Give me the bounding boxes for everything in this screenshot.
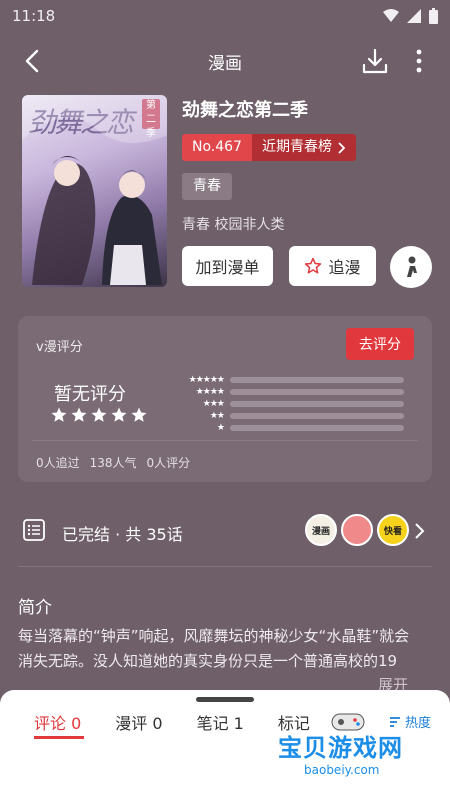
user-profile-button[interactable] bbox=[390, 246, 432, 288]
page-title: 漫画 bbox=[208, 53, 242, 74]
status-bar: 11:18 bbox=[0, 0, 450, 32]
star-icon bbox=[111, 407, 127, 422]
download-icon[interactable] bbox=[360, 46, 390, 76]
rank-number: No.467 bbox=[182, 134, 252, 161]
episode-list-row[interactable]: 已完结 · 共 35话 漫画 快看 bbox=[0, 506, 450, 556]
avatar bbox=[341, 514, 373, 546]
site-watermark: 宝贝游戏网 baobeiy.com bbox=[278, 713, 418, 786]
rating-bar bbox=[230, 400, 404, 407]
active-tab-indicator bbox=[34, 736, 84, 739]
add-to-list-button[interactable]: 加到漫单 bbox=[182, 246, 273, 286]
person-icon bbox=[407, 256, 417, 277]
intro-text: 每当落幕的“钟声”响起，风靡舞坛的神秘少女“水晶鞋”就会消失无踪。没人知道她的真… bbox=[18, 627, 410, 670]
raters-count: 0人评分 bbox=[146, 456, 191, 470]
rating-divider bbox=[32, 440, 418, 441]
follow-button[interactable]: 追漫 bbox=[289, 246, 376, 286]
status-time: 11:18 bbox=[12, 7, 56, 25]
rating-row-stars: ★★ bbox=[209, 410, 225, 421]
episode-status: 已完结 · 共 35话 bbox=[62, 525, 183, 544]
more-vertical-icon[interactable] bbox=[410, 48, 428, 74]
rating-bar bbox=[230, 412, 404, 419]
tab-notes[interactable]: 笔记 1 bbox=[197, 710, 244, 738]
gamepad-icon bbox=[331, 713, 365, 731]
top-bar: 漫画 bbox=[0, 38, 450, 84]
sheet-handle[interactable] bbox=[196, 697, 254, 702]
reader-avatars: 漫画 快看 bbox=[305, 514, 409, 546]
list-icon bbox=[23, 519, 45, 541]
chevron-right-icon bbox=[415, 523, 425, 539]
signal-icon bbox=[407, 9, 421, 23]
subtags: 青春 校园非人类 bbox=[182, 217, 285, 233]
rating-row-2: ★★ bbox=[168, 410, 404, 421]
rating-bar bbox=[230, 388, 404, 395]
tab-comments[interactable]: 评论 0 bbox=[34, 710, 84, 739]
avatar: 快看 bbox=[377, 514, 409, 546]
rating-row-3: ★★★ bbox=[168, 398, 404, 409]
tab-reviews[interactable]: 漫评 0 bbox=[115, 710, 162, 738]
rank-badge[interactable]: No.467 近期青春榜 bbox=[182, 134, 356, 161]
rating-bar bbox=[230, 376, 404, 383]
rank-list-link[interactable]: 近期青春榜 bbox=[251, 134, 356, 161]
rating-row-stars: ★ bbox=[216, 422, 225, 433]
section-divider bbox=[18, 566, 432, 567]
avatar: 漫画 bbox=[305, 514, 337, 546]
rating-row-stars: ★★★★★ bbox=[188, 374, 225, 385]
rating-row-1: ★ bbox=[168, 422, 404, 433]
cover-image[interactable]: 劲舞之恋 第二季 bbox=[22, 95, 167, 287]
genre-tag[interactable]: 青春 bbox=[182, 173, 232, 200]
rating-none-text: 暂无评分 bbox=[54, 384, 126, 405]
rating-distribution: ★★★★★ ★★★★ ★★★ ★★ ★ bbox=[168, 374, 404, 434]
star-icon bbox=[51, 407, 67, 422]
rating-row-stars: ★★★ bbox=[202, 398, 225, 409]
rating-row-5: ★★★★★ bbox=[168, 374, 404, 385]
star-icon bbox=[131, 407, 147, 422]
rate-button[interactable]: 去评分 bbox=[346, 328, 414, 360]
watermark-title: 宝贝游戏网 bbox=[278, 734, 403, 762]
star-outline-icon bbox=[305, 257, 322, 274]
rating-bar bbox=[230, 424, 404, 431]
follow-label: 追漫 bbox=[328, 258, 361, 277]
rating-stars bbox=[50, 406, 148, 424]
rating-card: v漫评分 去评分 暂无评分 ★★★★★ ★★★★ ★★★ ★★ ★ 0人追过 1… bbox=[18, 316, 432, 482]
comic-title: 劲舞之恋第二季 bbox=[182, 100, 308, 121]
sort-icon bbox=[390, 716, 400, 727]
star-icon bbox=[91, 407, 107, 422]
rank-list-label: 近期青春榜 bbox=[261, 139, 332, 155]
rating-row-4: ★★★★ bbox=[168, 386, 404, 397]
rating-label: v漫评分 bbox=[36, 340, 83, 355]
wifi-icon bbox=[383, 9, 399, 22]
battery-icon bbox=[429, 8, 438, 24]
followers-count: 0人追过 bbox=[36, 456, 80, 470]
popularity-count: 138人气 bbox=[89, 456, 137, 470]
rating-stats: 0人追过 138人气 0人评分 bbox=[36, 454, 190, 471]
chevron-right-icon bbox=[338, 141, 346, 154]
rating-row-stars: ★★★★ bbox=[195, 386, 225, 397]
watermark-url: baobeiy.com bbox=[304, 763, 380, 777]
intro-heading: 简介 bbox=[18, 598, 52, 618]
cover-illustration bbox=[22, 95, 167, 285]
star-icon bbox=[71, 407, 87, 422]
back-arrow-icon[interactable] bbox=[20, 48, 46, 74]
